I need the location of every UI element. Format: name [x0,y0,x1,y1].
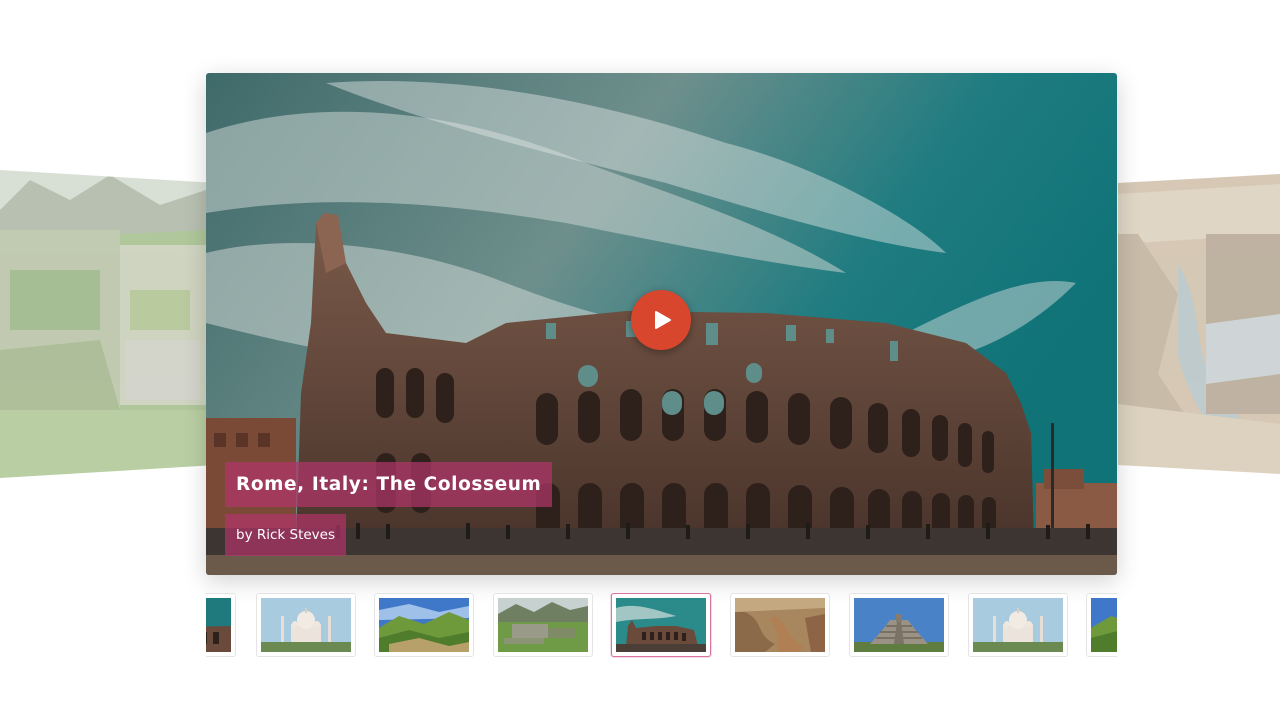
previous-slide-preview[interactable] [0,170,206,478]
slide-title: Rome, Italy: The Colosseum [225,462,553,507]
thumbnail-chichen-itza[interactable] [849,593,949,657]
green-mountains-thumbnail-image [1091,598,1117,652]
colosseum-thumbnail-image [616,598,706,652]
taj-mahal-thumbnail-image [973,598,1063,652]
canyon-image [1118,174,1280,474]
green-mountains-thumbnail-image [379,598,469,652]
play-button[interactable] [631,290,691,350]
colosseum-thumbnail-image [206,598,231,652]
slide-author: by Rick Steves [225,514,347,556]
play-icon [655,311,671,329]
machu-picchu-thumbnail-image [498,598,588,652]
thumbnail-taj-mahal[interactable] [968,593,1068,657]
thumbnail-green-mountains[interactable] [374,593,474,657]
current-slide[interactable]: Rome, Italy: The Colosseum by Rick Steve… [206,73,1117,575]
canyon-thumbnail-image [735,598,825,652]
thumbnail-machu-picchu[interactable] [493,593,593,657]
thumbnail-green-mountains-partial[interactable] [1086,593,1117,657]
machu-picchu-image [0,170,206,478]
thumbnail-canyon[interactable] [730,593,830,657]
thumbnail-colosseum-partial[interactable] [206,593,236,657]
pyramid-thumbnail-image [854,598,944,652]
taj-mahal-thumbnail-image [261,598,351,652]
thumbnail-strip [206,593,1117,659]
thumbnail-taj-mahal[interactable] [256,593,356,657]
thumbnail-colosseum[interactable] [611,593,711,657]
next-slide-preview[interactable] [1118,174,1280,474]
